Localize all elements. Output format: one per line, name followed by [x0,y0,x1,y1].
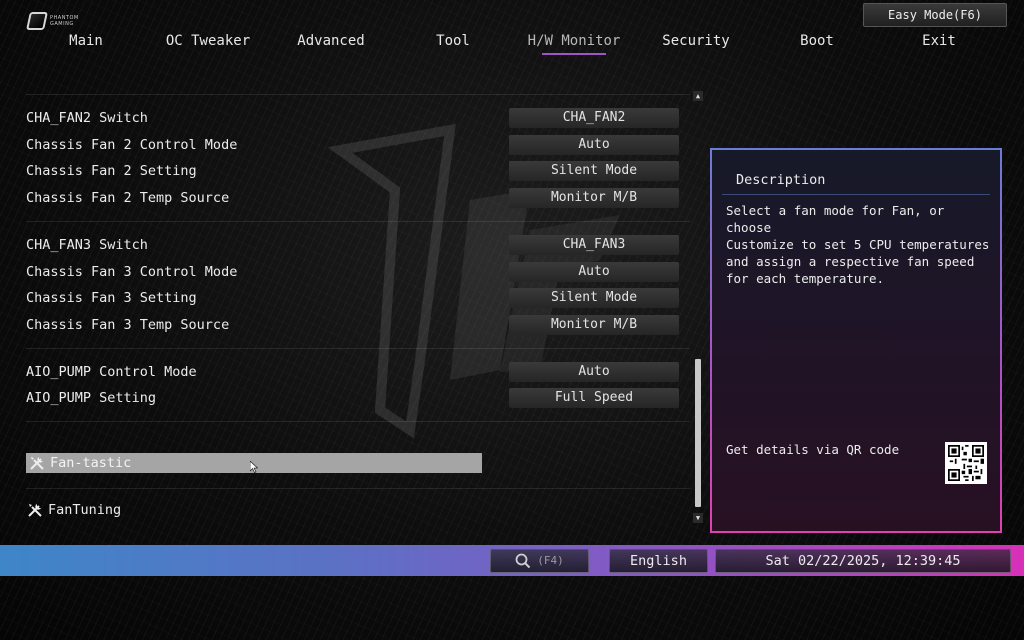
tab-exit[interactable]: Exit [884,30,994,54]
chassis-fan3-control-mode-label[interactable]: Chassis Fan 3 Control Mode [26,262,237,282]
divider [26,94,690,95]
scroll-thumb[interactable] [695,359,701,507]
scroll-up-icon[interactable]: ▲ [693,91,703,101]
search-button[interactable]: (F4) [490,549,589,573]
divider [26,221,690,222]
cha-fan3-switch-label[interactable]: CHA_FAN3 Switch [26,235,148,255]
tab-boot[interactable]: Boot [762,30,872,54]
aio-pump-setting-label[interactable]: AIO_PUMP Setting [26,388,156,408]
chassis-fan3-setting-value[interactable]: Silent Mode [509,288,679,308]
language-button[interactable]: English [609,549,708,573]
scroll-down-icon[interactable]: ▼ [693,513,703,523]
chassis-fan2-control-mode-value[interactable]: Auto [509,135,679,155]
aio-pump-control-mode-value[interactable]: Auto [509,362,679,382]
cha-fan3-switch-value[interactable]: CHA_FAN3 [509,235,679,255]
wrench-screwdriver-icon [28,504,42,517]
chassis-fan2-setting-label[interactable]: Chassis Fan 2 Setting [26,161,197,181]
qr-code-label: Get details via QR code [726,442,900,457]
bios-screen: PHANTOM GAMING Easy Mode(F6) Main OC Twe… [0,0,1024,640]
chassis-fan2-control-mode-label[interactable]: Chassis Fan 2 Control Mode [26,135,237,155]
settings-list: CHA_FAN2 Switch CHA_FAN2 Chassis Fan 2 C… [0,0,700,540]
aio-pump-setting-value[interactable]: Full Speed [509,388,679,408]
chassis-fan3-setting-label[interactable]: Chassis Fan 3 Setting [26,288,197,308]
chassis-fan2-temp-source-value[interactable]: Monitor M/B [509,188,679,208]
wrench-screwdriver-icon [30,457,44,470]
chassis-fan3-temp-source-label[interactable]: Chassis Fan 3 Temp Source [26,315,229,335]
cha-fan2-switch-label[interactable]: CHA_FAN2 Switch [26,108,148,128]
description-title: Description [736,172,826,188]
mouse-cursor-icon [250,461,258,473]
bottom-bar: (F4) English Sat 02/22/2025, 12:39:45 [0,545,1024,576]
chassis-fan2-setting-value[interactable]: Silent Mode [509,161,679,181]
cha-fan2-switch-value[interactable]: CHA_FAN2 [509,108,679,128]
description-divider [722,194,990,195]
fantuning-label: FanTuning [48,502,122,518]
divider [26,488,690,489]
chassis-fan3-control-mode-value[interactable]: Auto [509,262,679,282]
date-time-display[interactable]: Sat 02/22/2025, 12:39:45 [715,549,1011,573]
divider [26,348,690,349]
settings-scrollbar[interactable]: ▲ ▼ [693,91,703,523]
description-panel: Description Select a fan mode for Fan, o… [710,148,1002,533]
aio-pump-control-mode-label[interactable]: AIO_PUMP Control Mode [26,362,197,382]
search-shortcut-label: (F4) [537,554,564,567]
fan-tastic-label: Fan-tastic [50,455,132,471]
fantuning-item[interactable]: FanTuning [26,500,121,520]
chassis-fan2-temp-source-label[interactable]: Chassis Fan 2 Temp Source [26,188,229,208]
search-icon [515,553,531,569]
easy-mode-button[interactable]: Easy Mode(F6) [863,3,1007,27]
chassis-fan3-temp-source-value[interactable]: Monitor M/B [509,315,679,335]
qr-code-icon [945,442,987,484]
description-text: Select a fan mode for Fan, or choose Cus… [726,203,990,286]
divider [26,421,690,422]
